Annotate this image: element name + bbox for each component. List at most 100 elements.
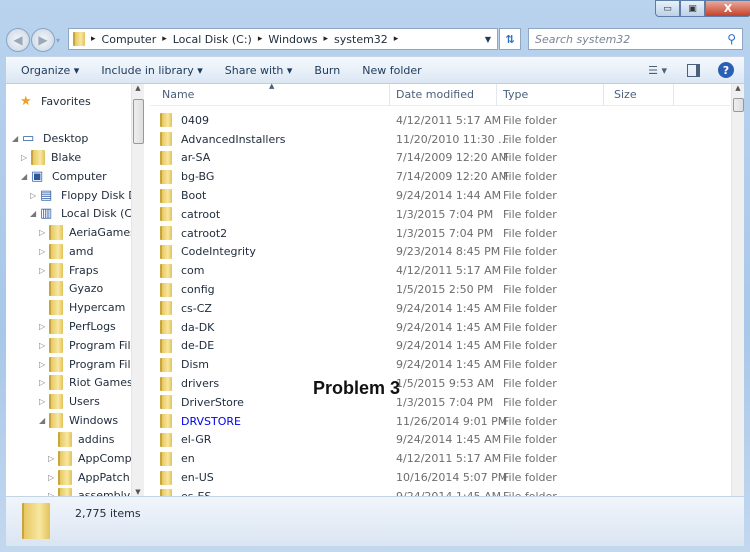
- collapse-arrow-icon[interactable]: ◢: [39, 416, 49, 425]
- close-button[interactable]: X: [705, 0, 750, 17]
- file-row[interactable]: en 4/12/2011 5:17 AM File folder: [160, 449, 557, 468]
- breadcrumb-item[interactable]: Windows: [258, 33, 317, 46]
- collapse-arrow-icon[interactable]: ◢: [12, 134, 22, 143]
- file-row[interactable]: Dism 9/24/2014 1:45 AM File folder: [160, 355, 557, 374]
- file-row[interactable]: config 1/5/2015 2:50 PM File folder: [160, 280, 557, 299]
- new-folder-button[interactable]: New folder: [362, 64, 421, 77]
- address-dropdown-icon[interactable]: ▼: [485, 35, 491, 44]
- include-in-library-menu[interactable]: Include in library ▾: [101, 64, 202, 77]
- expand-arrow-icon[interactable]: ▷: [48, 454, 58, 463]
- tree-item[interactable]: ▷ AeriaGames: [39, 223, 132, 241]
- tree-item[interactable]: ▷ Users: [39, 392, 100, 410]
- tree-item[interactable]: ▷ Riot Games: [39, 373, 132, 391]
- breadcrumb-item[interactable]: Local Disk (C:): [162, 33, 252, 46]
- tree-item-label: Blake: [51, 150, 82, 164]
- tree-item[interactable]: ▷ AppCompat: [48, 449, 132, 467]
- column-header-size[interactable]: Size: [604, 84, 674, 106]
- collapse-arrow-icon[interactable]: ◢: [21, 172, 31, 181]
- search-icon[interactable]: ⚲: [727, 32, 736, 46]
- expand-arrow-icon[interactable]: ▷: [30, 191, 40, 200]
- file-row[interactable]: el-GR 9/24/2014 1:45 AM File folder: [160, 431, 557, 450]
- expand-arrow-icon[interactable]: ▷: [39, 360, 49, 369]
- view-options-icon[interactable]: ☰ ▾: [648, 64, 667, 77]
- search-box[interactable]: ⚲: [528, 28, 743, 50]
- column-header-date[interactable]: Date modified: [390, 84, 497, 106]
- help-icon[interactable]: ?: [718, 62, 734, 78]
- file-row[interactable]: catroot2 1/3/2015 7:04 PM File folder: [160, 224, 557, 243]
- file-row[interactable]: catroot 1/3/2015 7:04 PM File folder: [160, 205, 557, 224]
- expand-arrow-icon[interactable]: ▷: [39, 341, 49, 350]
- search-input[interactable]: [535, 32, 728, 46]
- folder-icon: [160, 451, 172, 466]
- expand-arrow-icon[interactable]: ▷: [39, 247, 49, 256]
- tree-item[interactable]: ▷ AppPatch: [48, 468, 130, 486]
- tree-item[interactable]: ▷ Blake: [21, 148, 81, 166]
- file-row[interactable]: DRVSTORE 11/26/2014 9:01 PM File folder: [160, 412, 557, 431]
- file-row[interactable]: en-US 10/16/2014 5:07 PM File folder: [160, 468, 557, 487]
- tree-item[interactable]: ◢ ▣ Computer: [21, 167, 107, 185]
- file-row[interactable]: AdvancedInstallers 11/20/2010 11:30 ... Fi…: [160, 130, 557, 149]
- tree-item[interactable]: ▷ Program Files: [39, 355, 132, 373]
- file-name: com: [181, 264, 205, 278]
- tree-item[interactable]: ◢ Windows: [39, 411, 118, 429]
- breadcrumb-item[interactable]: system32: [324, 33, 388, 46]
- scroll-up-arrow[interactable]: ▲: [132, 84, 144, 92]
- maximize-button[interactable]: ▣: [680, 0, 705, 17]
- recent-pages-chevron-icon[interactable]: ▾: [56, 36, 60, 45]
- file-row[interactable]: bg-BG 7/14/2009 12:20 AM File folder: [160, 167, 557, 186]
- tree-item[interactable]: ▷ Program Files: [39, 336, 132, 354]
- tree-item[interactable]: ★ Favorites: [20, 92, 91, 110]
- file-row[interactable]: com 4/12/2011 5:17 AM File folder: [160, 261, 557, 280]
- tree-scrollbar-thumb[interactable]: [133, 99, 144, 144]
- file-type: File folder: [503, 377, 557, 391]
- expand-arrow-icon[interactable]: ▷: [39, 378, 49, 387]
- tree-item[interactable]: Hypercam: [39, 298, 125, 316]
- expand-arrow-icon[interactable]: ▷: [39, 397, 49, 406]
- annotation-label: Problem 3: [313, 378, 401, 398]
- column-header-type[interactable]: Type: [497, 84, 604, 106]
- tree-item[interactable]: addins: [48, 430, 114, 448]
- file-row[interactable]: Boot 9/24/2014 1:44 AM File folder: [160, 186, 557, 205]
- forward-button[interactable]: ▶: [31, 28, 55, 52]
- file-list-scrollbar-thumb[interactable]: [733, 98, 744, 112]
- file-name: DRVSTORE: [181, 414, 241, 428]
- preview-pane-icon[interactable]: [687, 63, 700, 77]
- expand-arrow-icon[interactable]: ▷: [21, 153, 31, 162]
- file-row[interactable]: CodeIntegrity 9/23/2014 8:45 PM File folde…: [160, 243, 557, 262]
- expand-arrow-icon[interactable]: ▷: [39, 322, 49, 331]
- tree-item[interactable]: ▷ PerfLogs: [39, 317, 116, 335]
- expand-arrow-icon[interactable]: ▷: [39, 266, 49, 275]
- file-row[interactable]: 0409 4/12/2011 5:17 AM File folder: [160, 111, 557, 130]
- file-row[interactable]: ar-SA 7/14/2009 12:20 AM File folder: [160, 149, 557, 168]
- breadcrumb-item[interactable]: Computer: [91, 33, 157, 46]
- tree-scrollbar[interactable]: ▲ ▼: [131, 84, 144, 496]
- expand-arrow-icon[interactable]: ▷: [48, 473, 58, 482]
- burn-button[interactable]: Burn: [314, 64, 340, 77]
- tree-item[interactable]: ▷▤ Floppy Disk Dri: [30, 186, 132, 204]
- breadcrumb-separator[interactable]: [394, 34, 405, 44]
- file-row[interactable]: da-DK 9/24/2014 1:45 AM File folder: [160, 318, 557, 337]
- file-date: 4/12/2011 5:17 AM: [396, 113, 502, 127]
- scroll-up-arrow[interactable]: ▲: [732, 84, 744, 92]
- file-type: File folder: [503, 151, 557, 165]
- file-row[interactable]: de-DE 9/24/2014 1:45 AM File folder: [160, 337, 557, 356]
- file-list-scrollbar[interactable]: ▲: [731, 84, 744, 496]
- file-row[interactable]: cs-CZ 9/24/2014 1:45 AM File folder: [160, 299, 557, 318]
- address-bar[interactable]: Computer Local Disk (C:) Windows system32 ▼: [68, 28, 498, 50]
- tree-item[interactable]: ▷ assembly: [48, 486, 130, 496]
- file-type: File folder: [503, 452, 557, 466]
- share-with-menu[interactable]: Share with ▾: [225, 64, 293, 77]
- expand-arrow-icon[interactable]: ▷: [39, 228, 49, 237]
- refresh-button[interactable]: ⇅: [499, 28, 521, 50]
- back-button[interactable]: ◀: [6, 28, 30, 52]
- tree-item-label: Program Files: [69, 338, 132, 352]
- collapse-arrow-icon[interactable]: ◢: [30, 209, 40, 218]
- minimize-button[interactable]: ▭: [655, 0, 680, 17]
- tree-item[interactable]: ◢▥ Local Disk (C:): [30, 204, 132, 222]
- organize-menu[interactable]: Organize ▾: [21, 64, 79, 77]
- tree-item[interactable]: ▷ amd: [39, 242, 93, 260]
- tree-item[interactable]: ▷ Fraps: [39, 261, 99, 279]
- tree-item[interactable]: ◢ ▭ Desktop: [12, 129, 88, 147]
- tree-item[interactable]: Gyazo: [39, 279, 103, 297]
- scroll-down-arrow[interactable]: ▼: [132, 488, 144, 496]
